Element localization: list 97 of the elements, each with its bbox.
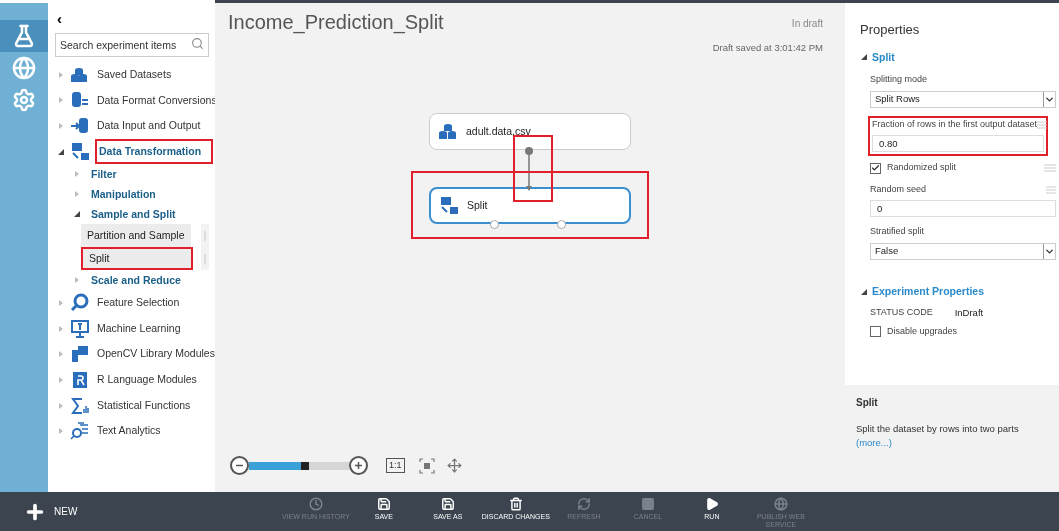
fit-screen-icon[interactable] [418,457,435,474]
collapsed-arrow-icon[interactable] [57,96,65,105]
subcategory-item[interactable]: Sample and Split [91,206,176,223]
category-item[interactable]: Data Input and Output [95,115,203,137]
draft-status: In draft [791,17,823,31]
collapsed-arrow-icon[interactable] [57,375,65,384]
monitor-flask-icon [70,318,90,339]
play-icon [704,497,719,511]
collapsed-arrow-icon[interactable] [57,122,65,130]
category-item[interactable]: Feature Selection [95,292,182,315]
magnifier-icon [70,293,90,314]
dropdown[interactable]: False [870,242,1056,260]
table-chart-icon [439,195,459,216]
category-item[interactable]: R Language Modules [95,369,199,391]
zoom-in-button[interactable] [349,456,368,475]
collapsed-arrow-icon[interactable] [57,350,65,359]
zoom-slider[interactable] [249,461,349,470]
property-name: STATUS CODE [870,305,933,319]
module-node[interactable]: Split [429,187,631,224]
module-node[interactable]: adult.data.csv [429,113,631,150]
drag-handle[interactable] [201,247,209,271]
expanded-arrow-icon[interactable] [860,287,868,296]
collapsed-arrow-icon[interactable] [57,401,65,410]
node-label: Split [467,197,488,213]
stop-icon [640,497,655,511]
dropdown[interactable]: Split Rows [870,90,1056,108]
drag-handle[interactable] [201,224,209,248]
new-button[interactable]: NEW [0,500,280,523]
drag-grip-icon[interactable] [1037,120,1048,129]
globe-icon [773,497,788,511]
actual-size-button[interactable]: 1:1 [386,458,405,473]
collapsed-arrow-icon[interactable] [57,70,65,79]
settings-icon [12,88,36,112]
more-link[interactable]: (more...) [856,436,1048,451]
globe-icon [12,56,36,80]
zoom-thumb[interactable] [301,461,309,470]
pan-icon[interactable] [446,458,462,473]
section-title[interactable]: Split [872,49,895,66]
category-item[interactable]: Saved Datasets [95,63,174,86]
category-item[interactable]: Text Analytics [95,420,163,442]
r-letter-icon [70,369,90,390]
panel-title: Properties [860,21,921,39]
collapse-button[interactable]: ‹ [55,11,64,26]
collapsed-arrow-icon[interactable] [57,324,65,333]
module-item[interactable]: Split [81,247,193,271]
input-field[interactable]: 0 [870,200,1056,218]
help-title: Split [856,396,879,410]
category-item[interactable]: Machine Learning [95,317,183,340]
search-icon [191,37,204,50]
category-item[interactable]: OpenCV Library Modules [95,343,217,366]
collapsed-arrow-icon[interactable] [73,190,81,199]
text-search-icon [70,421,90,442]
drag-grip-icon[interactable] [1044,164,1056,172]
expanded-arrow-icon[interactable] [860,53,868,62]
subcategory-item[interactable]: Manipulation [91,186,156,203]
table-chart-icon [70,141,90,162]
collapsed-arrow-icon[interactable] [73,276,81,285]
refresh-icon [576,497,591,511]
field-label: Random seed [870,182,927,196]
module-item[interactable]: Partition and Sample [81,224,191,248]
category-item[interactable]: Statistical Functions [95,394,193,417]
expanded-arrow-icon[interactable] [73,210,81,219]
collapsed-arrow-icon[interactable] [57,427,65,436]
subcategory-item[interactable]: Scale and Reduce [91,272,181,289]
checkbox-label: Disable upgrades [887,324,958,338]
category-item[interactable]: Data Format Conversions [95,89,219,112]
plus-icon [354,461,363,470]
expanded-arrow-icon[interactable] [57,147,65,156]
collapsed-arrow-icon[interactable] [57,299,65,308]
field-label: Stratified split [870,225,925,239]
checkbox-label: Randomized split [887,161,957,175]
output-port[interactable] [490,220,499,229]
clock-icon [308,497,323,511]
property-value: InDraft [954,305,984,320]
experiment-title: Income_Prediction_Split [228,12,444,32]
checkbox[interactable] [870,162,881,174]
nav-tab[interactable] [0,20,48,52]
input-field[interactable]: 0.80 [872,135,1044,153]
import-icon [70,116,90,136]
field-label: Splitting mode [870,73,928,87]
zoom-out-button[interactable] [230,456,249,475]
output-port[interactable] [557,220,566,229]
category-item[interactable]: Data Transformation [95,138,214,165]
help-text: Split the dataset by rows into two parts [856,422,1020,436]
node-label: adult.data.csv [466,123,531,139]
search-field[interactable]: Search experiment items [55,33,209,57]
drag-grip-icon[interactable] [1046,185,1056,194]
flask-icon [12,24,36,48]
saved-time: Draft saved at 3:01:42 PM [712,41,823,55]
connector-arrow [524,146,534,193]
section-title[interactable]: Experiment Properties [872,283,985,300]
sigma-chart-icon [70,395,90,416]
checkbox[interactable] [870,326,881,337]
trash-icon [508,497,523,511]
collapsed-arrow-icon[interactable] [73,170,81,179]
subcategory-item[interactable]: Filter [91,166,117,183]
field-label: Fraction of rows in the first output dataset [872,117,1038,131]
